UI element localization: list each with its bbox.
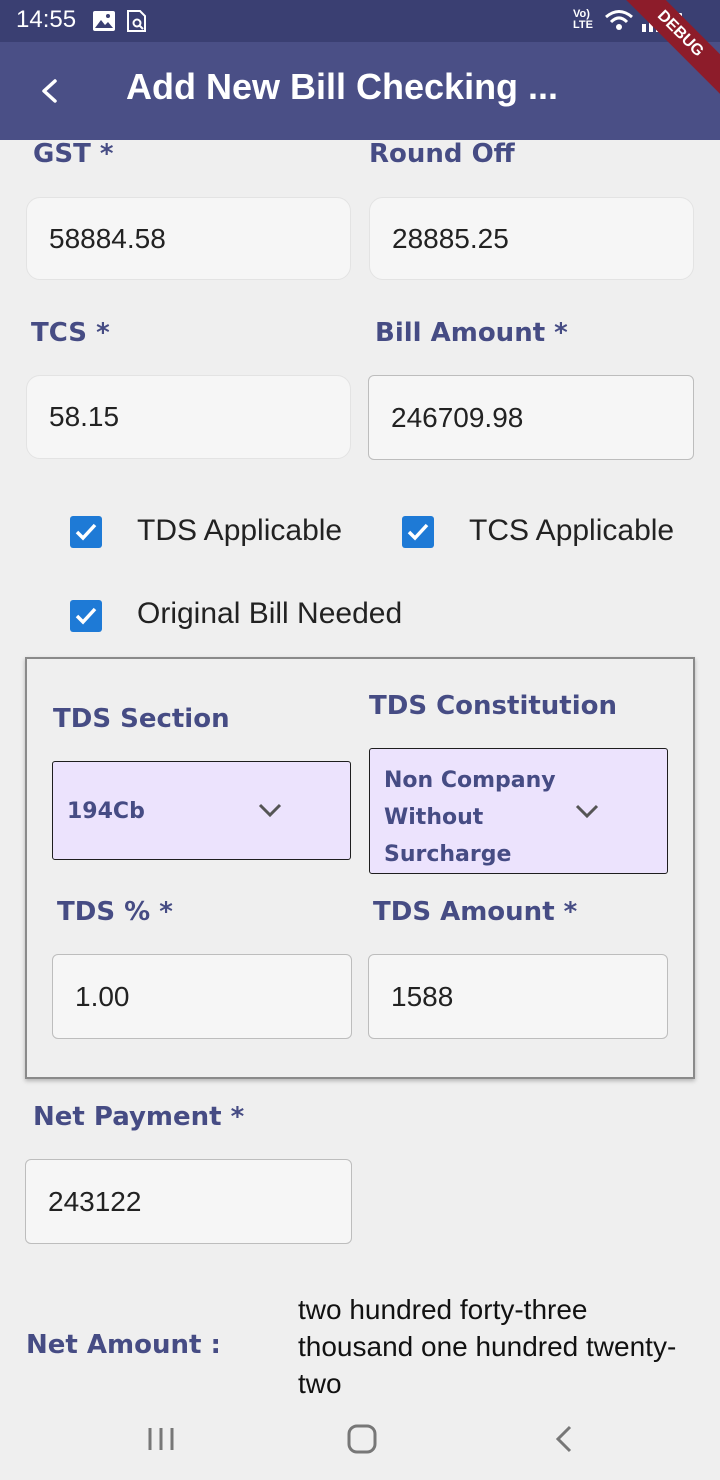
tds-amount-label: TDS Amount * <box>373 897 578 927</box>
checkmark-icon <box>75 607 97 625</box>
tds-applicable-label: TDS Applicable <box>137 514 343 547</box>
tds-percent-label: TDS % * <box>57 897 173 927</box>
round-off-field[interactable]: 28885.25 <box>369 197 694 280</box>
bill-amount-field[interactable]: 246709.98 <box>368 375 694 460</box>
tds-percent-field[interactable]: 1.00 <box>52 954 352 1039</box>
back-nav-icon[interactable] <box>554 1424 574 1454</box>
bill-amount-label: Bill Amount * <box>375 318 568 348</box>
tds-section-value: 194Cb <box>67 799 145 824</box>
chevron-down-icon <box>575 804 599 819</box>
tcs-field[interactable]: 58.15 <box>26 375 351 459</box>
tds-constitution-label: TDS Constitution <box>369 691 618 721</box>
volte-indicator: Vo) LTE <box>573 8 593 31</box>
tds-constitution-value: Non Company Without Surcharge <box>384 768 556 867</box>
tds-section-dropdown[interactable]: 194Cb <box>52 761 351 860</box>
tds-applicable-checkbox[interactable] <box>70 516 102 548</box>
round-off-label: Round Off <box>369 139 515 169</box>
page-title: Add New Bill Checking ... <box>126 66 559 107</box>
net-payment-field[interactable]: 243122 <box>25 1159 352 1244</box>
chevron-down-icon <box>258 803 282 818</box>
net-payment-label: Net Payment * <box>33 1102 245 1132</box>
net-amount-label: Net Amount : <box>26 1330 221 1360</box>
gst-field[interactable]: 58884.58 <box>26 197 351 280</box>
tds-amount-field[interactable]: 1588 <box>368 954 668 1039</box>
original-bill-checkbox[interactable] <box>70 600 102 632</box>
checkmark-icon <box>407 523 429 541</box>
home-icon[interactable] <box>347 1424 377 1454</box>
back-arrow-icon[interactable] <box>38 78 66 112</box>
status-bar: 14:55 Vo) LTE <box>0 0 720 42</box>
checkmark-icon <box>75 523 97 541</box>
recent-apps-icon[interactable] <box>146 1426 176 1452</box>
tds-constitution-dropdown[interactable]: Non Company Without Surcharge <box>369 748 668 874</box>
gallery-icon <box>93 11 115 31</box>
original-bill-label: Original Bill Needed <box>137 597 403 630</box>
app-bar: Add New Bill Checking ... <box>0 42 720 140</box>
tds-section-label: TDS Section <box>53 704 230 734</box>
navigation-bar <box>0 1398 720 1480</box>
wifi-icon <box>605 10 633 30</box>
tcs-label: TCS * <box>31 318 110 348</box>
gst-label: GST * <box>33 139 114 169</box>
net-amount-words: two hundred forty-three thousand one hun… <box>298 1294 677 1398</box>
status-time: 14:55 <box>16 6 77 33</box>
tcs-applicable-checkbox[interactable] <box>402 516 434 548</box>
tcs-applicable-label: TCS Applicable <box>469 514 675 547</box>
search-document-icon <box>127 10 146 32</box>
